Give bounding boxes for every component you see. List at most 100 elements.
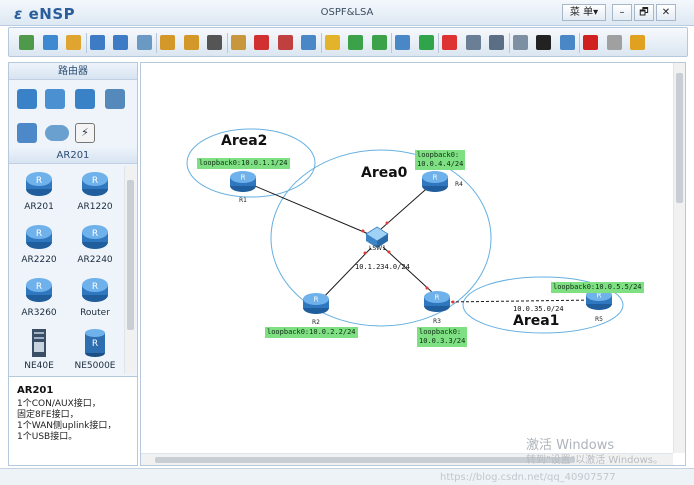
device-label: AR2240: [77, 255, 113, 265]
menu-button[interactable]: 菜 单▾: [562, 4, 606, 21]
cloud-category-icon[interactable]: [45, 125, 69, 141]
r4-loopback-label: loopback0: 10.0.4.4/24: [415, 150, 466, 170]
link-r1-lsw1[interactable]: [242, 180, 372, 236]
r3-name: R3: [433, 318, 441, 325]
switch-category-icon[interactable]: [45, 89, 65, 109]
description-line: 1个USB接口。: [17, 432, 78, 442]
router-r4[interactable]: R: [422, 171, 448, 192]
wlan-category-icon[interactable]: [75, 89, 95, 109]
device-description: AR201 1个CON/AUX接口， 固定8FE接口， 1个WAN侧uplink…: [9, 376, 137, 465]
router-icon: R: [82, 278, 108, 302]
capture-icon[interactable]: [465, 35, 481, 50]
minimize-button[interactable]: –: [612, 4, 632, 21]
save-icon[interactable]: [89, 35, 105, 50]
device-label: AR201: [24, 202, 54, 212]
redo-icon[interactable]: [183, 35, 199, 50]
svg-text:R: R: [435, 294, 440, 302]
r1-name: R1: [239, 197, 247, 204]
link-r3-r5[interactable]: [445, 299, 598, 303]
new-topology-icon[interactable]: [19, 35, 34, 50]
r4-name: R4: [455, 181, 463, 188]
router-r1[interactable]: R: [230, 171, 256, 192]
ne40e-chassis-icon: [32, 329, 46, 357]
status-bar: https://blog.csdn.net/qq_40907577: [0, 468, 694, 485]
svg-text:R: R: [36, 176, 42, 186]
link-r2-lsw1[interactable]: [317, 247, 372, 304]
area2-label: Area2: [221, 133, 268, 149]
r3-loopback-label: loopback0: 10.0.3.3/24: [417, 327, 468, 347]
title-bar: ε eNSP OSPF&LSA 菜 单▾ – 🗗 ✕: [0, 0, 694, 26]
close-button[interactable]: ✕: [656, 4, 676, 21]
topology-icon[interactable]: [489, 35, 504, 50]
lsw1-name: LSW1: [369, 245, 386, 252]
r5-name: R5: [595, 316, 603, 323]
router-r3[interactable]: R: [424, 291, 450, 312]
device-label: AR3260: [21, 308, 57, 318]
fullscreen-icon[interactable]: [536, 35, 551, 50]
area1-label: Area1: [513, 313, 560, 329]
device-list-scrollbar[interactable]: [124, 166, 136, 374]
device-label: NE5000E: [74, 361, 116, 371]
restore-button[interactable]: 🗗: [634, 4, 654, 21]
r2-loopback-label: loopback0:10.0.2.2/24: [265, 327, 358, 338]
delete-icon[interactable]: [254, 35, 269, 50]
undo-icon[interactable]: [160, 35, 175, 50]
select-icon[interactable]: [207, 35, 222, 50]
fit-icon[interactable]: [395, 35, 410, 50]
canvas-vertical-scroll-thumb[interactable]: [676, 73, 683, 203]
router-category-icon[interactable]: [17, 89, 37, 109]
open-icon[interactable]: [66, 35, 81, 50]
print-icon[interactable]: [136, 35, 152, 50]
pan-hand-icon[interactable]: [230, 35, 246, 50]
huawei-icon[interactable]: [583, 35, 598, 50]
device-description-title: AR201: [17, 385, 54, 396]
svg-text:R: R: [92, 339, 98, 349]
device-label: Router: [80, 308, 110, 318]
delete-all-links-icon[interactable]: [277, 35, 293, 50]
description-line: 1个WAN侧uplink接口，: [17, 421, 117, 431]
topology-canvas[interactable]: R R R R R Area2 Area0 Area1 loopback0:10…: [140, 62, 686, 466]
connection-category-icon[interactable]: ⚡: [75, 123, 95, 143]
router-icon: R: [82, 172, 108, 196]
console-icon[interactable]: [512, 35, 528, 50]
device-item[interactable]: R AR2220: [11, 222, 67, 265]
save-as-icon[interactable]: [113, 35, 128, 50]
chat-icon[interactable]: [559, 35, 575, 50]
start-device-icon[interactable]: [418, 35, 434, 50]
device-item[interactable]: R AR3260: [11, 275, 67, 318]
zoom-out-icon[interactable]: [371, 35, 387, 50]
device-item[interactable]: R NE5000E: [67, 328, 123, 371]
canvas-vertical-scrollbar[interactable]: [673, 63, 685, 453]
toolbar-separator: [85, 33, 87, 53]
pc-category-icon[interactable]: [17, 123, 37, 143]
toolbar-separator: [508, 33, 510, 53]
toolbar-separator: [579, 33, 580, 53]
device-item[interactable]: R Router: [67, 275, 123, 318]
help-icon[interactable]: [630, 35, 645, 50]
palette-icon[interactable]: [324, 35, 340, 50]
router-r2[interactable]: R: [303, 293, 329, 314]
stop-device-icon[interactable]: [442, 35, 457, 50]
firewall-category-icon[interactable]: [105, 89, 125, 109]
device-panel: 路由器 ⚡ AR201 R AR201 R AR1220 R AR2220 R AR2240 R…: [8, 62, 138, 466]
ne5000e-cylinder-icon: R: [85, 329, 105, 357]
settings-icon[interactable]: [606, 35, 622, 50]
device-item[interactable]: R AR2240: [67, 222, 123, 265]
network-label-area0: 10.1.234.0/24: [355, 263, 410, 271]
windows-watermark-text: 转到"设置"以激活 Windows。: [526, 455, 664, 466]
zoom-in-icon[interactable]: [348, 35, 363, 50]
toolbar: [8, 27, 688, 57]
device-item[interactable]: R AR201: [11, 169, 67, 212]
network-label-area1: 10.0.35.0/24: [513, 305, 564, 313]
open-example-icon[interactable]: [42, 35, 58, 50]
canvas-horizontal-scroll-thumb[interactable]: [155, 457, 575, 463]
device-item[interactable]: R AR1220: [67, 169, 123, 212]
topology-drawing: R R R R R: [186, 128, 624, 334]
device-list-scroll-thumb[interactable]: [127, 180, 134, 330]
toolbar-separator: [226, 33, 228, 53]
svg-text:R: R: [36, 229, 42, 239]
svg-text:R: R: [433, 174, 438, 182]
text-icon[interactable]: [301, 35, 316, 50]
device-item[interactable]: NE40E: [11, 328, 67, 371]
router-icon: R: [26, 225, 52, 249]
